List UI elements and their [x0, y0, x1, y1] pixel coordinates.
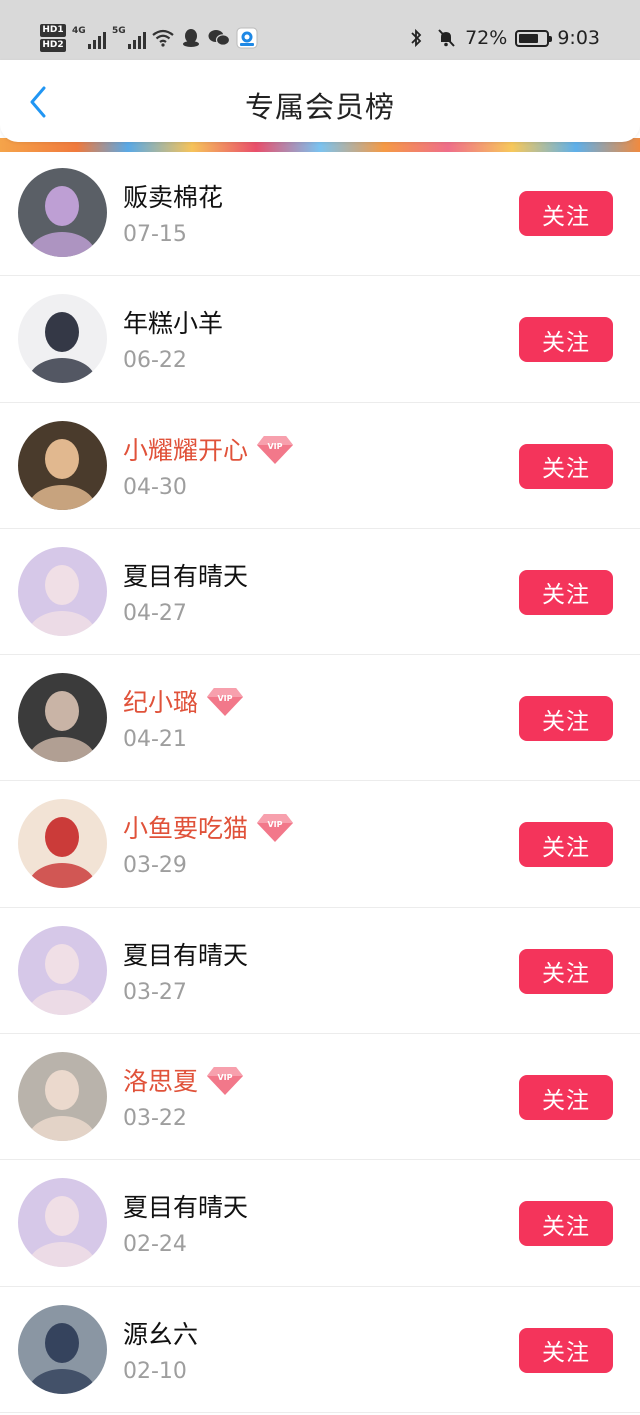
- member-avatar[interactable]: [18, 294, 107, 384]
- follow-button[interactable]: 关注: [519, 948, 613, 994]
- member-avatar[interactable]: [18, 1052, 107, 1142]
- member-name[interactable]: 年糕小羊: [123, 304, 223, 340]
- member-avatar[interactable]: [18, 420, 107, 510]
- qq-icon: [180, 27, 202, 49]
- follow-button[interactable]: 关注: [519, 569, 613, 615]
- follow-button[interactable]: 关注: [519, 822, 613, 868]
- nav-header: 专属会员榜: [0, 60, 640, 142]
- bluetooth-icon: [405, 27, 427, 49]
- member-name[interactable]: 源幺六: [123, 1315, 198, 1351]
- network-label-1: 4G: [72, 26, 86, 36]
- svg-text:VIP: VIP: [268, 820, 283, 829]
- member-name[interactable]: 小耀耀开心: [123, 431, 248, 467]
- member-name-line: 小鱼要吃猫 VIP: [123, 809, 294, 845]
- member-date: 04-30: [123, 474, 187, 500]
- member-date: 02-10: [123, 1358, 187, 1384]
- member-date: 03-22: [123, 1106, 187, 1132]
- member-name-line: 小耀耀开心 VIP: [123, 431, 294, 467]
- member-name[interactable]: 纪小璐: [123, 683, 198, 719]
- signal-4g-icon: 4G: [72, 26, 106, 50]
- member-name-line: 年糕小羊: [123, 304, 223, 340]
- hd2-badge: HD2: [40, 39, 66, 52]
- follow-button[interactable]: 关注: [519, 443, 613, 489]
- follow-button[interactable]: 关注: [519, 191, 613, 236]
- member-name[interactable]: 洛思夏: [123, 1062, 198, 1098]
- member-avatar[interactable]: [18, 1304, 107, 1394]
- member-list: 贩卖棉花 07-15 关注 年糕小羊 06-22 关注 小耀耀开心 VIP 04-30 关注 夏目有…: [0, 150, 640, 1413]
- member-name[interactable]: 夏目有晴天: [123, 936, 248, 972]
- svg-text:VIP: VIP: [218, 1073, 233, 1082]
- member-row[interactable]: 小耀耀开心 VIP 04-30 关注: [0, 402, 640, 529]
- wechat-icon: [208, 27, 230, 49]
- status-bar: HD1 HD2 4G 5G 72% 9:03: [0, 0, 640, 60]
- member-date: 04-21: [123, 727, 187, 753]
- member-name-line: 纪小璐 VIP: [123, 683, 244, 719]
- member-avatar[interactable]: [18, 673, 107, 763]
- member-row[interactable]: 洛思夏 VIP 03-22 关注: [0, 1034, 640, 1161]
- member-name-line: 夏目有晴天: [123, 936, 248, 972]
- member-row[interactable]: 小鱼要吃猫 VIP 03-29 关注: [0, 781, 640, 908]
- vip-diamond-icon: VIP: [206, 685, 244, 717]
- clock: 9:03: [557, 27, 600, 49]
- member-name[interactable]: 贩卖棉花: [123, 178, 223, 214]
- status-right: 72% 9:03: [405, 20, 600, 56]
- vip-diamond-icon: VIP: [206, 1064, 244, 1096]
- member-date: 02-24: [123, 1232, 187, 1258]
- hd1-badge: HD1: [40, 24, 66, 37]
- vip-diamond-icon: VIP: [256, 811, 294, 843]
- signal-5g-icon: 5G: [112, 26, 146, 50]
- network-label-2: 5G: [112, 26, 126, 36]
- follow-button[interactable]: 关注: [519, 1327, 613, 1373]
- page-title: 专属会员榜: [244, 90, 395, 124]
- follow-button[interactable]: 关注: [519, 1075, 613, 1121]
- member-avatar[interactable]: [18, 546, 107, 636]
- member-date: 06-22: [123, 348, 187, 374]
- status-left: HD1 HD2 4G 5G: [40, 20, 258, 56]
- follow-button[interactable]: 关注: [519, 696, 613, 742]
- app-notification-icon: [236, 27, 258, 49]
- member-row[interactable]: 纪小璐 VIP 04-21 关注: [0, 655, 640, 782]
- member-row[interactable]: 年糕小羊 06-22 关注: [0, 276, 640, 403]
- mute-bell-icon: [435, 27, 457, 49]
- member-avatar[interactable]: [18, 1178, 107, 1268]
- battery-icon: [515, 29, 553, 47]
- hd-indicator: HD1 HD2: [40, 24, 66, 52]
- follow-button[interactable]: 关注: [519, 317, 613, 363]
- vip-diamond-icon: VIP: [256, 433, 294, 465]
- member-name[interactable]: 夏目有晴天: [123, 1188, 248, 1224]
- member-date: 04-27: [123, 600, 187, 626]
- member-avatar[interactable]: [18, 168, 107, 257]
- member-row[interactable]: 夏目有晴天 04-27 关注: [0, 528, 640, 656]
- member-row[interactable]: 源幺六 02-10 关注: [0, 1286, 640, 1413]
- member-row[interactable]: 贩卖棉花 07-15 关注: [0, 150, 640, 277]
- svg-text:VIP: VIP: [218, 694, 233, 703]
- member-row[interactable]: 夏目有晴天 02-24 关注: [0, 1160, 640, 1287]
- battery-percent: 72%: [465, 27, 508, 49]
- svg-text:VIP: VIP: [268, 442, 283, 451]
- member-name-line: 夏目有晴天: [123, 557, 248, 593]
- follow-button[interactable]: 关注: [519, 1201, 613, 1247]
- member-name-line: 洛思夏 VIP: [123, 1062, 244, 1098]
- member-date: 03-27: [123, 979, 187, 1005]
- member-name-line: 源幺六: [123, 1315, 198, 1351]
- member-name[interactable]: 小鱼要吃猫: [123, 809, 248, 845]
- wifi-icon: [152, 27, 174, 49]
- member-date: 07-15: [123, 222, 187, 247]
- member-name-line: 贩卖棉花: [123, 178, 223, 214]
- member-avatar[interactable]: [18, 925, 107, 1015]
- member-avatar[interactable]: [18, 799, 107, 889]
- member-date: 03-29: [123, 853, 187, 879]
- member-name-line: 夏目有晴天: [123, 1188, 248, 1224]
- member-name[interactable]: 夏目有晴天: [123, 557, 248, 593]
- member-row[interactable]: 夏目有晴天 03-27 关注: [0, 907, 640, 1035]
